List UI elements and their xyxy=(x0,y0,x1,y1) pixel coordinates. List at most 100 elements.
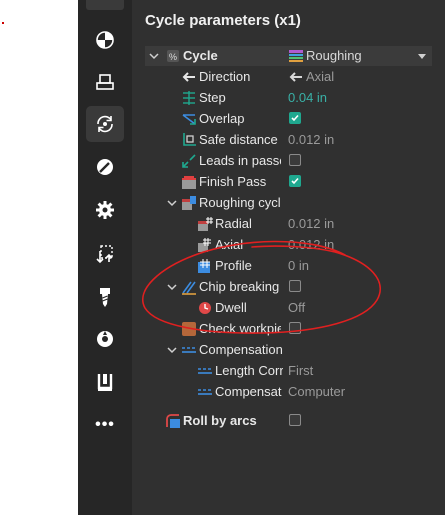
compensation-mode-row: Compensat Computer xyxy=(132,382,445,402)
roll-by-arcs-icon xyxy=(165,413,181,429)
clamp-icon xyxy=(97,374,113,391)
tool-strip: ••• xyxy=(78,0,132,515)
chevron-down-icon[interactable] xyxy=(167,340,177,360)
cycle-settings-icon: % xyxy=(166,49,180,63)
more-icon[interactable]: ••• xyxy=(86,407,124,443)
roughing-cycle-icon xyxy=(181,195,197,211)
clock-icon xyxy=(197,300,213,316)
axial-row: Axial 0.012 in xyxy=(132,235,445,255)
tool-strategy[interactable] xyxy=(86,149,124,185)
radial-row: Radial 0.012 in xyxy=(132,214,445,234)
chevron-down-icon[interactable] xyxy=(167,277,177,297)
leads-in-icon xyxy=(181,153,197,169)
finish-pass-label: Finish Pass xyxy=(199,174,267,189)
workpiece-icon xyxy=(181,321,197,337)
radial-icon xyxy=(197,216,213,232)
chip-breaking-icon xyxy=(181,279,197,295)
direction-value[interactable]: Axial xyxy=(306,69,334,84)
roughing-icon xyxy=(288,48,304,64)
overlap-row: Overlap xyxy=(132,109,445,129)
dwell-row: Dwell Off xyxy=(132,298,445,318)
tool-strip-top-tab[interactable] xyxy=(86,0,124,10)
tool-drill[interactable] xyxy=(86,279,124,315)
roll-by-arcs-row: Roll by arcs xyxy=(132,411,445,431)
direction-row: Direction Axial xyxy=(132,67,445,87)
overlap-checkbox[interactable] xyxy=(289,112,301,124)
cycle-label: Cycle xyxy=(183,48,218,63)
leads-in-passes-checkbox[interactable] xyxy=(289,154,301,166)
cycle-parameters-panel: Cycle parameters (x1) % Cycle Roughing D… xyxy=(132,0,445,515)
roughing-cycle-row[interactable]: Roughing cycl xyxy=(132,193,445,213)
compensation-icon xyxy=(181,342,197,358)
check-workpiece-checkbox[interactable] xyxy=(289,322,301,334)
length-correction-row: Length Corr First xyxy=(132,361,445,381)
profile-row: Profile 0 in xyxy=(132,256,445,276)
drill-icon xyxy=(100,288,110,307)
compensation-label: Compensation xyxy=(199,342,283,357)
safe-distance-row: Safe distance 0.012 in xyxy=(132,130,445,150)
axial-icon xyxy=(197,237,213,253)
roll-by-arcs-checkbox[interactable] xyxy=(289,414,301,426)
finish-pass-icon xyxy=(181,174,197,190)
roughing-cycle-label: Roughing cycl xyxy=(199,195,281,210)
check-workpiece-row: Check workpie xyxy=(132,319,445,339)
pie-chart-icon xyxy=(96,31,114,49)
leads-in-passes-label: Leads in passe xyxy=(199,153,281,168)
strategy-compass-icon xyxy=(97,159,113,175)
safe-distance-value[interactable]: 0.012 in xyxy=(288,132,334,147)
length-correction-icon xyxy=(197,363,213,379)
direction-label: Direction xyxy=(199,69,251,84)
length-correction-value[interactable]: First xyxy=(288,363,313,378)
finish-pass-row: Finish Pass xyxy=(132,172,445,192)
cycle-dropdown-caret-icon[interactable] xyxy=(418,54,426,59)
chevron-down-icon[interactable] xyxy=(167,193,177,213)
tool-clamp[interactable] xyxy=(86,364,124,400)
safe-distance-label: Safe distance xyxy=(199,132,278,147)
step-icon xyxy=(181,90,197,106)
chip-breaking-checkbox[interactable] xyxy=(289,280,301,292)
length-correction-label: Length Corr xyxy=(215,363,283,378)
panel-title: Cycle parameters (x1) xyxy=(145,12,301,29)
roll-by-arcs-label: Roll by arcs xyxy=(183,413,257,428)
radial-label: Radial xyxy=(215,216,252,231)
radial-value[interactable]: 0.012 in xyxy=(288,216,334,231)
stray-dot xyxy=(2,22,4,24)
step-value[interactable]: 0.04 in xyxy=(288,90,327,105)
axial-label: Axial xyxy=(215,237,244,252)
compensation-mode-icon xyxy=(197,384,213,400)
profile-label: Profile xyxy=(215,258,252,273)
cycle-value[interactable]: Roughing xyxy=(306,48,362,63)
chip-breaking-row[interactable]: Chip breaking xyxy=(132,277,445,297)
step-row: Step 0.04 in xyxy=(132,88,445,108)
tool-disc[interactable] xyxy=(86,321,124,357)
svg-text:%: % xyxy=(169,52,177,62)
check-workpiece-label: Check workpie xyxy=(199,321,281,336)
compensation-mode-value[interactable]: Computer xyxy=(288,384,345,399)
axial-arrow-left-icon xyxy=(288,69,304,85)
transfer-arrows-icon xyxy=(96,245,113,264)
disc-icon xyxy=(97,331,113,347)
tool-pie-chart[interactable] xyxy=(86,22,124,58)
finish-pass-checkbox[interactable] xyxy=(289,175,301,187)
axial-value[interactable]: 0.012 in xyxy=(288,237,334,252)
cycle-row[interactable]: % Cycle Roughing xyxy=(145,46,432,66)
leads-in-passes-row: Leads in passe xyxy=(132,151,445,171)
tool-settings[interactable] xyxy=(86,192,124,228)
tool-cycle[interactable] xyxy=(86,106,124,142)
compensation-row[interactable]: Compensation xyxy=(132,340,445,360)
arrow-left-icon xyxy=(181,69,197,85)
tool-transfer[interactable] xyxy=(86,236,124,272)
chip-breaking-label: Chip breaking xyxy=(199,279,280,294)
tool-stack[interactable] xyxy=(86,64,124,100)
overlap-icon xyxy=(181,111,197,127)
stack-icon xyxy=(96,74,114,90)
profile-value[interactable]: 0 in xyxy=(288,258,309,273)
dwell-label: Dwell xyxy=(215,300,247,315)
safe-distance-icon xyxy=(181,132,197,148)
cycle-arrows-icon xyxy=(97,115,113,133)
compensation-mode-label: Compensat xyxy=(215,384,282,399)
step-label: Step xyxy=(199,90,226,105)
gear-icon xyxy=(96,201,114,219)
chevron-down-icon[interactable] xyxy=(149,46,159,66)
dwell-value[interactable]: Off xyxy=(288,300,305,315)
